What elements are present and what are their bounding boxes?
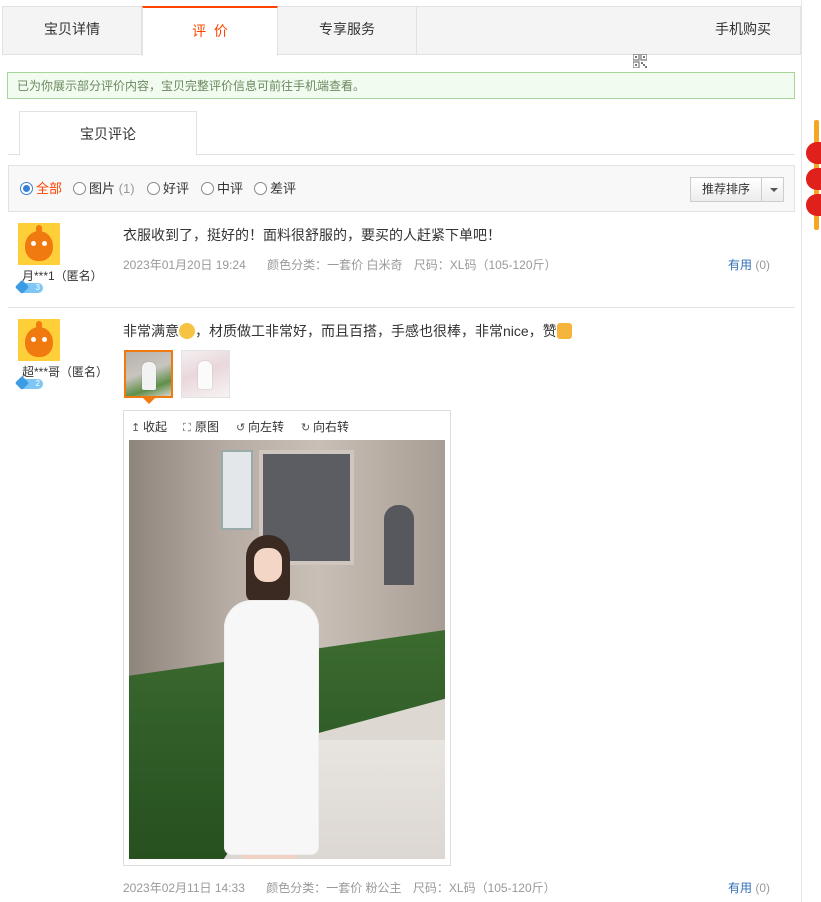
filter-all-radio[interactable]: 全部 [20, 181, 62, 197]
useful-button[interactable]: 有用 (0) [728, 879, 770, 896]
rotate-left-button[interactable]: ↺ 向左转 [236, 418, 284, 435]
filter-mid-radio[interactable]: 中评 [201, 181, 243, 197]
review-date: 2023年01月20日 19:24 [123, 258, 246, 272]
review-photo-thumbnail[interactable] [124, 350, 173, 398]
filter-bad-radio[interactable]: 差评 [254, 181, 296, 197]
tab-exclusive-service[interactable]: 专享服务 [278, 6, 417, 55]
thumbnail-pointer [143, 398, 155, 404]
radio-icon [147, 182, 160, 195]
review-meta: 2023年01月20日 19:24 颜色分类：一套价 白米奇 尺码：XL码（10… [123, 256, 575, 273]
useful-button[interactable]: 有用 (0) [728, 256, 770, 273]
fullscreen-icon: ⛶ [183, 422, 191, 434]
lantern-icon [806, 142, 821, 164]
original-image-button[interactable]: ⛶ 原图 [183, 418, 219, 435]
radio-icon [73, 182, 86, 195]
review-photo-thumbnail[interactable] [181, 350, 230, 398]
arrow-up-icon: ↥ [131, 422, 141, 434]
vip-level-badge: 3 [18, 283, 43, 293]
reviewer-name: 超***哥（匿名） [22, 365, 109, 379]
rotate-right-button[interactable]: ↻ 向右转 [301, 418, 349, 435]
review-size: 尺码：XL码（105-120斤） [413, 258, 557, 272]
lantern-icon [806, 194, 821, 216]
thumbs-up-icon [556, 323, 572, 339]
radio-icon [201, 182, 214, 195]
review-color: 颜色分类：一套价 白米奇 [267, 258, 403, 272]
tab-item-details[interactable]: 宝贝详情 [3, 6, 142, 55]
review-photo[interactable] [129, 440, 445, 859]
review-content: 衣服收到了，挺好的！面料很舒服的，要买的人赶紧下单吧！ [123, 227, 501, 243]
collapse-button[interactable]: ↥ 收起 [131, 418, 167, 435]
rotate-left-icon: ↺ [236, 422, 246, 434]
review-subtabs: 宝贝评论 [8, 110, 795, 156]
notice-banner: 已为你展示部分评价内容，宝贝完整评价信息可前往手机端查看。 [7, 72, 795, 99]
filter-pic-radio[interactable]: 图片 (1) [73, 181, 135, 197]
vip-level-badge: 2 [18, 379, 43, 389]
photo-viewer: ↥ 收起 ⛶ 原图 ↺ 向左转 ↻ 向右转 [123, 410, 451, 866]
review-meta: 2023年02月11日 14:33 颜色分类：一套价 粉公主 尺码：XL码（10… [123, 879, 574, 896]
radio-icon [254, 182, 267, 195]
radio-icon [20, 182, 33, 195]
rotate-right-icon: ↻ [301, 422, 311, 434]
sort-label: 推荐排序 [691, 178, 762, 201]
review-color: 颜色分类：一套价 粉公主 [266, 881, 402, 895]
tab-reviews[interactable]: 评 价 [142, 6, 278, 56]
avatar [18, 223, 60, 265]
avatar [18, 319, 60, 361]
review-size: 尺码：XL码（105-120斤） [412, 881, 556, 895]
tab-item-reviews[interactable]: 宝贝评论 [19, 111, 197, 156]
filter-good-radio[interactable]: 好评 [147, 181, 189, 197]
review-item: 超***哥（匿名） 2 非常满意 ，材质做工非常好，而且百搭，手感也很棒，非常ni… [8, 309, 795, 902]
review-content: 非常满意 ，材质做工非常好，而且百搭，手感也很棒，非常nice，赞 [123, 321, 572, 341]
review-item: 月***1（匿名） 3 衣服收到了，挺好的！面料很舒服的，要买的人赶紧下单吧！ … [8, 213, 795, 308]
lantern-icon [806, 168, 821, 190]
tab-bar: 宝贝详情 评 价 专享服务 手机购买 [2, 6, 801, 56]
sort-dropdown[interactable]: 推荐排序 [690, 177, 784, 202]
qrcode-icon[interactable] [633, 54, 647, 68]
filter-bar: 全部 图片 (1) 好评 中评 差评 推荐排序 [8, 165, 795, 212]
chevron-down-icon [770, 188, 778, 192]
reviewer-name: 月***1（匿名） [22, 269, 103, 283]
page-divider [801, 0, 802, 902]
tab-mobile-buy[interactable]: 手机购买 [693, 6, 793, 55]
review-date: 2023年02月11日 14:33 [123, 881, 245, 895]
smile-emoji-icon [179, 323, 195, 339]
